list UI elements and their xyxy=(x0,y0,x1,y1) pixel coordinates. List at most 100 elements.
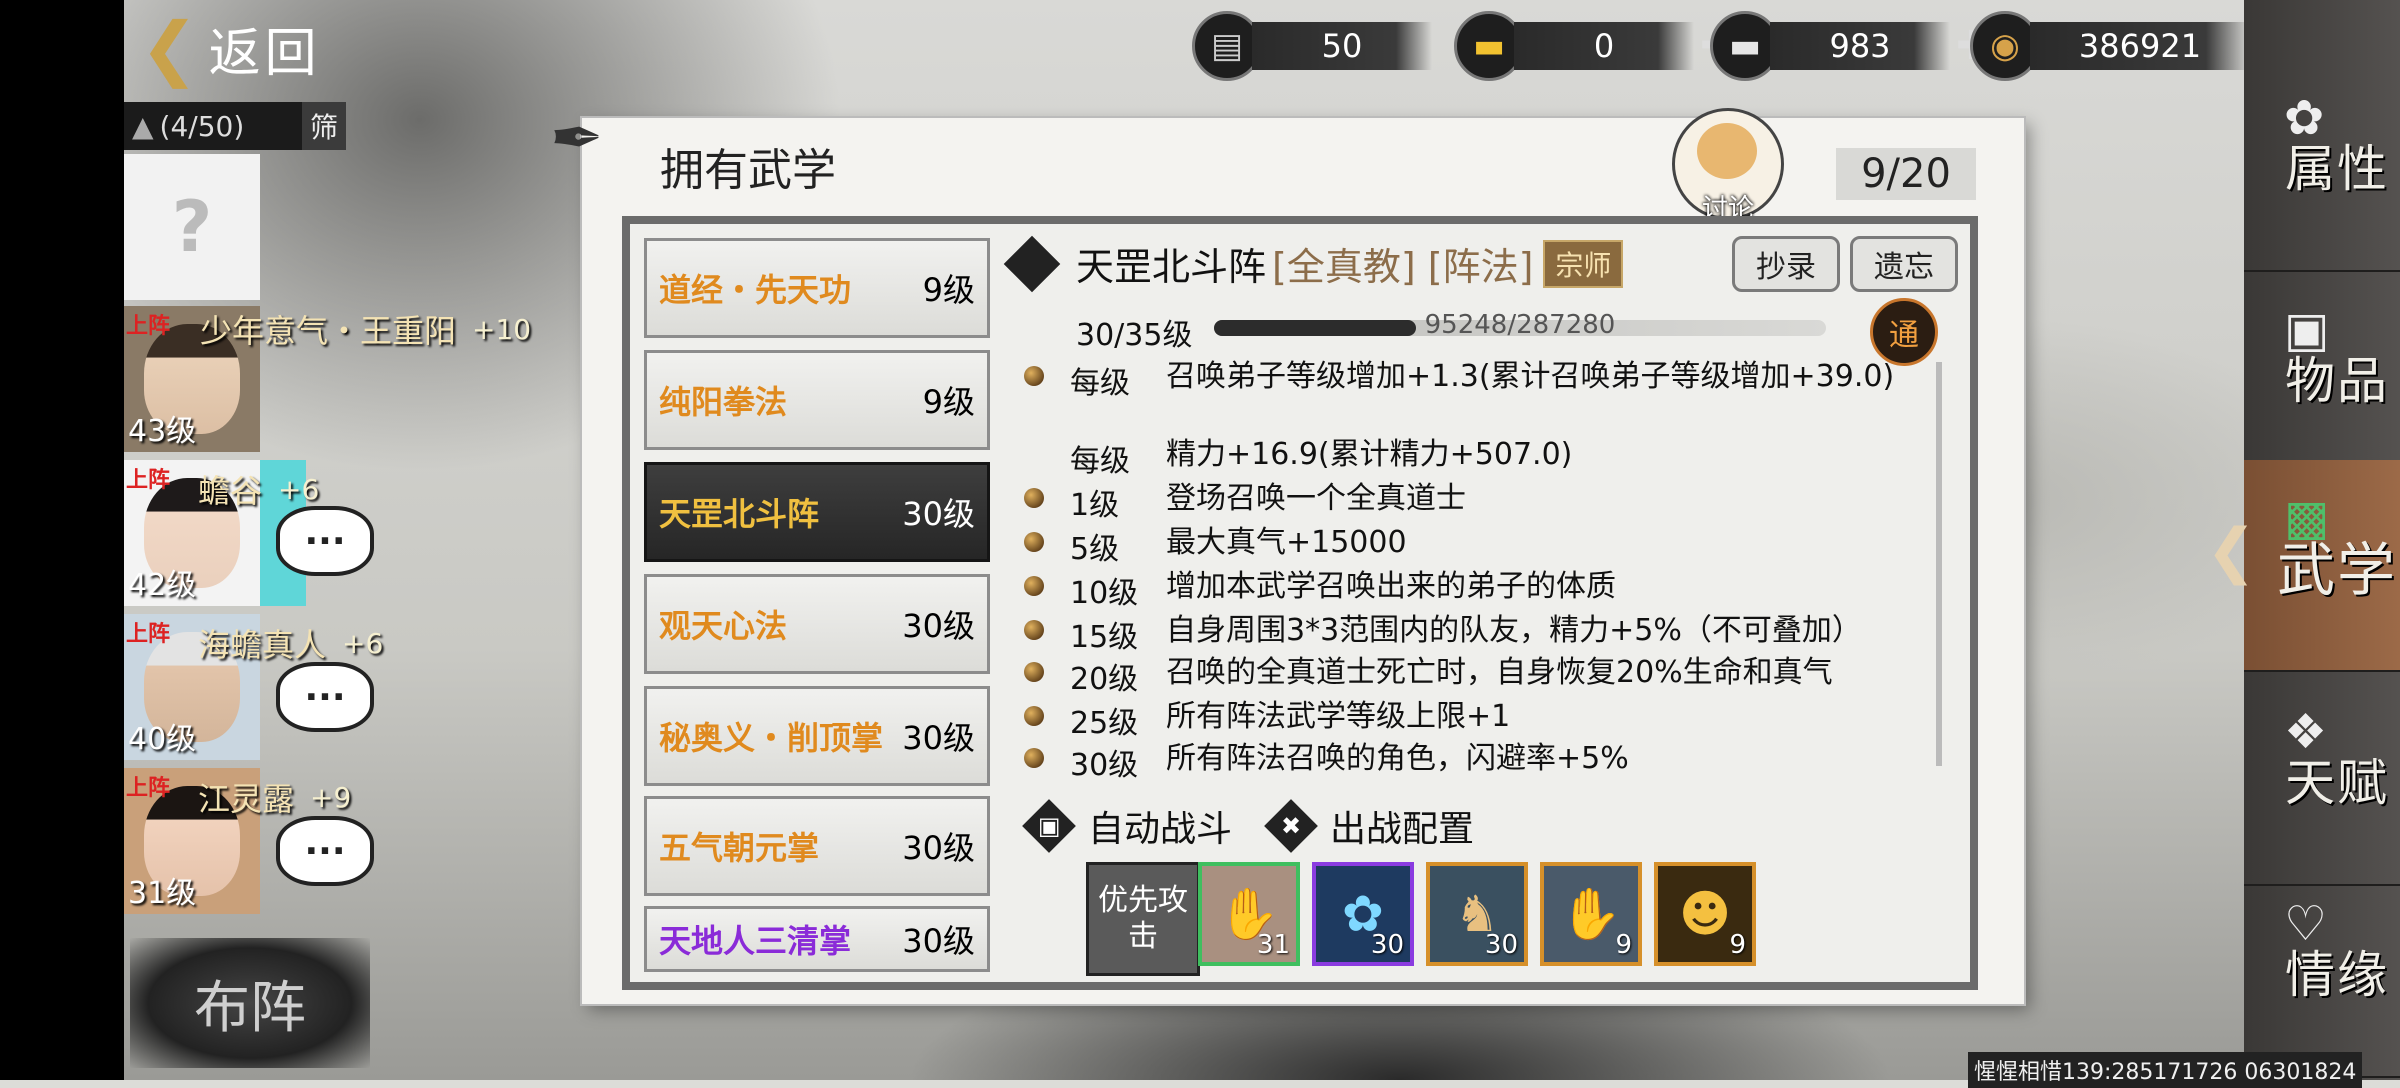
deploy-config-option[interactable]: ✖ 出战配置 xyxy=(1264,799,1474,853)
effect-key: 1级 xyxy=(1070,488,1120,523)
effects-scrollbar[interactable] xyxy=(1936,362,1942,766)
bullet-icon xyxy=(1024,748,1044,768)
copy-button[interactable]: 抄录 xyxy=(1732,236,1840,292)
skill-item[interactable]: 观天心法 30级 xyxy=(644,574,990,674)
effect-key: 每级 xyxy=(1070,444,1130,479)
effect-row: 20级 召唤的全真道士死亡时，自身恢复20%生命和真气 xyxy=(1024,654,1924,698)
forget-button[interactable]: 遗忘 xyxy=(1850,236,1958,292)
effect-key: 每级 xyxy=(1070,366,1130,401)
deployed-tag: 上阵 xyxy=(126,776,171,801)
skill-item[interactable]: 五气朝元掌 30级 xyxy=(644,796,990,896)
effect-key: 5级 xyxy=(1070,532,1120,567)
move-slot[interactable]: ☻ 9 xyxy=(1654,862,1756,966)
effect-value: 最大真气+15000 xyxy=(1166,525,1407,560)
branch-icon: ❖ xyxy=(2284,704,2328,760)
back-button[interactable]: ❮ 返回 xyxy=(140,7,321,89)
chat-bubble-icon[interactable]: ··· xyxy=(276,506,374,576)
move-count: 9 xyxy=(1729,930,1746,960)
effect-row: 每级 精力+16.9(累计精力+507.0) xyxy=(1024,436,1924,480)
hero-name: 江灵露 xyxy=(198,780,295,818)
nav-bonds[interactable]: ♡ 情缘 xyxy=(2244,866,2400,1078)
currency-bench: ▤ 50 xyxy=(1192,11,1432,81)
hero-name: 蟾谷 xyxy=(198,472,263,510)
back-label: 返回 xyxy=(208,23,321,84)
breakthrough-button[interactable]: 通 xyxy=(1870,298,1938,366)
move-slot[interactable]: ✿ 30 xyxy=(1312,862,1414,966)
bullet-icon xyxy=(1024,620,1044,640)
page-indicator: 9/20 xyxy=(1836,148,1976,200)
skill-level: 30级 xyxy=(902,829,975,867)
effect-row: 10级 增加本武学召唤出来的弟子的体质 xyxy=(1024,568,1924,612)
nav-talents[interactable]: ❖ 天赋 xyxy=(2244,674,2400,886)
priority-attack-button[interactable]: 优先攻击 xyxy=(1086,862,1200,976)
hero-level: 40级 xyxy=(128,722,197,757)
skill-level: 30级 xyxy=(902,495,975,533)
discuss-button[interactable]: 讨论 xyxy=(1672,108,1784,224)
auto-battle-label: 自动战斗 xyxy=(1088,809,1233,850)
scroll-icon: ▩ xyxy=(2284,490,2330,546)
effect-key: 20级 xyxy=(1070,662,1139,697)
effect-row: 25级 所有阵法武学等级上限+1 xyxy=(1024,698,1924,742)
filter-button[interactable]: 筛 xyxy=(301,102,346,150)
deployed-tag: 上阵 xyxy=(126,468,171,493)
effect-value: 登场召唤一个全真道士 xyxy=(1166,481,1466,516)
move-count: 31 xyxy=(1256,930,1290,960)
skill-tags: [全真教] [阵法] xyxy=(1272,245,1534,289)
hero-level: 42级 xyxy=(128,568,197,603)
effect-key: 15级 xyxy=(1070,620,1139,655)
deployed-tag: 上阵 xyxy=(126,314,171,339)
skill-item[interactable]: 道经・先天功 9级 xyxy=(644,238,990,338)
skill-name: 观天心法 xyxy=(659,607,788,645)
brush-icon: ✒ xyxy=(550,102,604,176)
effect-value: 召唤弟子等级增加+1.3(累计召唤弟子等级增加+39.0) xyxy=(1166,359,1895,394)
skill-item[interactable]: 天地人三清掌 30级 xyxy=(644,906,990,972)
currency-silver: ▬ 983 ✚ xyxy=(1710,11,1990,81)
breakthrough-label: 通 xyxy=(1889,318,1919,353)
hero-name: 海蟾真人 xyxy=(198,626,327,664)
move-slot[interactable]: ✋ 9 xyxy=(1540,862,1642,966)
hero-name-row: 海蟾真人 +6 xyxy=(198,620,383,666)
hero-bonus: +9 xyxy=(310,780,352,814)
effect-key: 30级 xyxy=(1070,748,1139,783)
bullet-icon xyxy=(1024,706,1044,726)
auto-battle-option[interactable]: ▣ 自动战斗 xyxy=(1022,799,1233,853)
hero-level: 31级 xyxy=(128,876,197,911)
move-slot[interactable]: ♞ 30 xyxy=(1426,862,1528,966)
chat-bubble-icon[interactable]: ··· xyxy=(276,662,374,732)
move-count: 9 xyxy=(1615,930,1632,960)
roster-count: (4/50) xyxy=(159,109,245,143)
skill-level: 30级 xyxy=(902,922,975,960)
bullet-blank xyxy=(1024,444,1044,464)
effect-value: 召唤的全真道士死亡时，自身恢复20%生命和真气 xyxy=(1166,655,1833,690)
skill-name: 秘奥义・削顶掌 xyxy=(659,719,884,757)
hero-name: 少年意气・王重阳 xyxy=(200,312,457,350)
hero-bonus: +6 xyxy=(278,472,320,506)
diamond-emblem-icon xyxy=(1003,235,1061,292)
nav-martial-arts[interactable]: ▩ 武学 xyxy=(2244,460,2400,672)
nav-items[interactable]: ▣ 物品 xyxy=(2244,272,2400,484)
currency-coin: ◉ 386921 xyxy=(1970,11,2250,81)
bullet-icon xyxy=(1024,366,1044,386)
hero-name-row: 少年意气・王重阳 +10 xyxy=(200,306,531,352)
skill-level: 9级 xyxy=(922,383,975,421)
chat-bubble-icon[interactable]: ··· xyxy=(276,816,374,886)
empty-hero-slot[interactable]: ? xyxy=(124,154,260,300)
nav-attributes[interactable]: ✿ 属性 xyxy=(2244,60,2400,272)
skill-item[interactable]: 纯阳拳法 9级 xyxy=(644,350,990,450)
rank-badge: 宗师 xyxy=(1543,239,1624,288)
move-count: 30 xyxy=(1484,930,1518,960)
formation-button[interactable]: 布阵 xyxy=(130,938,370,1068)
skill-item-selected[interactable]: 天罡北斗阵 30级 xyxy=(644,462,990,562)
move-slot[interactable]: ✋ 31 xyxy=(1198,862,1300,966)
bench-count: 50 xyxy=(1321,27,1363,65)
bullet-icon xyxy=(1024,576,1044,596)
skill-name: 纯阳拳法 xyxy=(659,383,788,421)
deployed-tag: 上阵 xyxy=(126,622,171,647)
skill-name: 天罡北斗阵 xyxy=(659,495,820,533)
effect-row: 15级 自身周围3*3范围内的队友，精力+5%（不可叠加） xyxy=(1024,612,1924,656)
question-mark-icon: ? xyxy=(171,186,213,268)
effect-value: 增加本武学召唤出来的弟子的体质 xyxy=(1166,569,1616,604)
hero-bonus: +6 xyxy=(342,626,384,660)
skill-item[interactable]: 秘奥义・削顶掌 30级 xyxy=(644,686,990,786)
bullet-icon xyxy=(1024,662,1044,682)
